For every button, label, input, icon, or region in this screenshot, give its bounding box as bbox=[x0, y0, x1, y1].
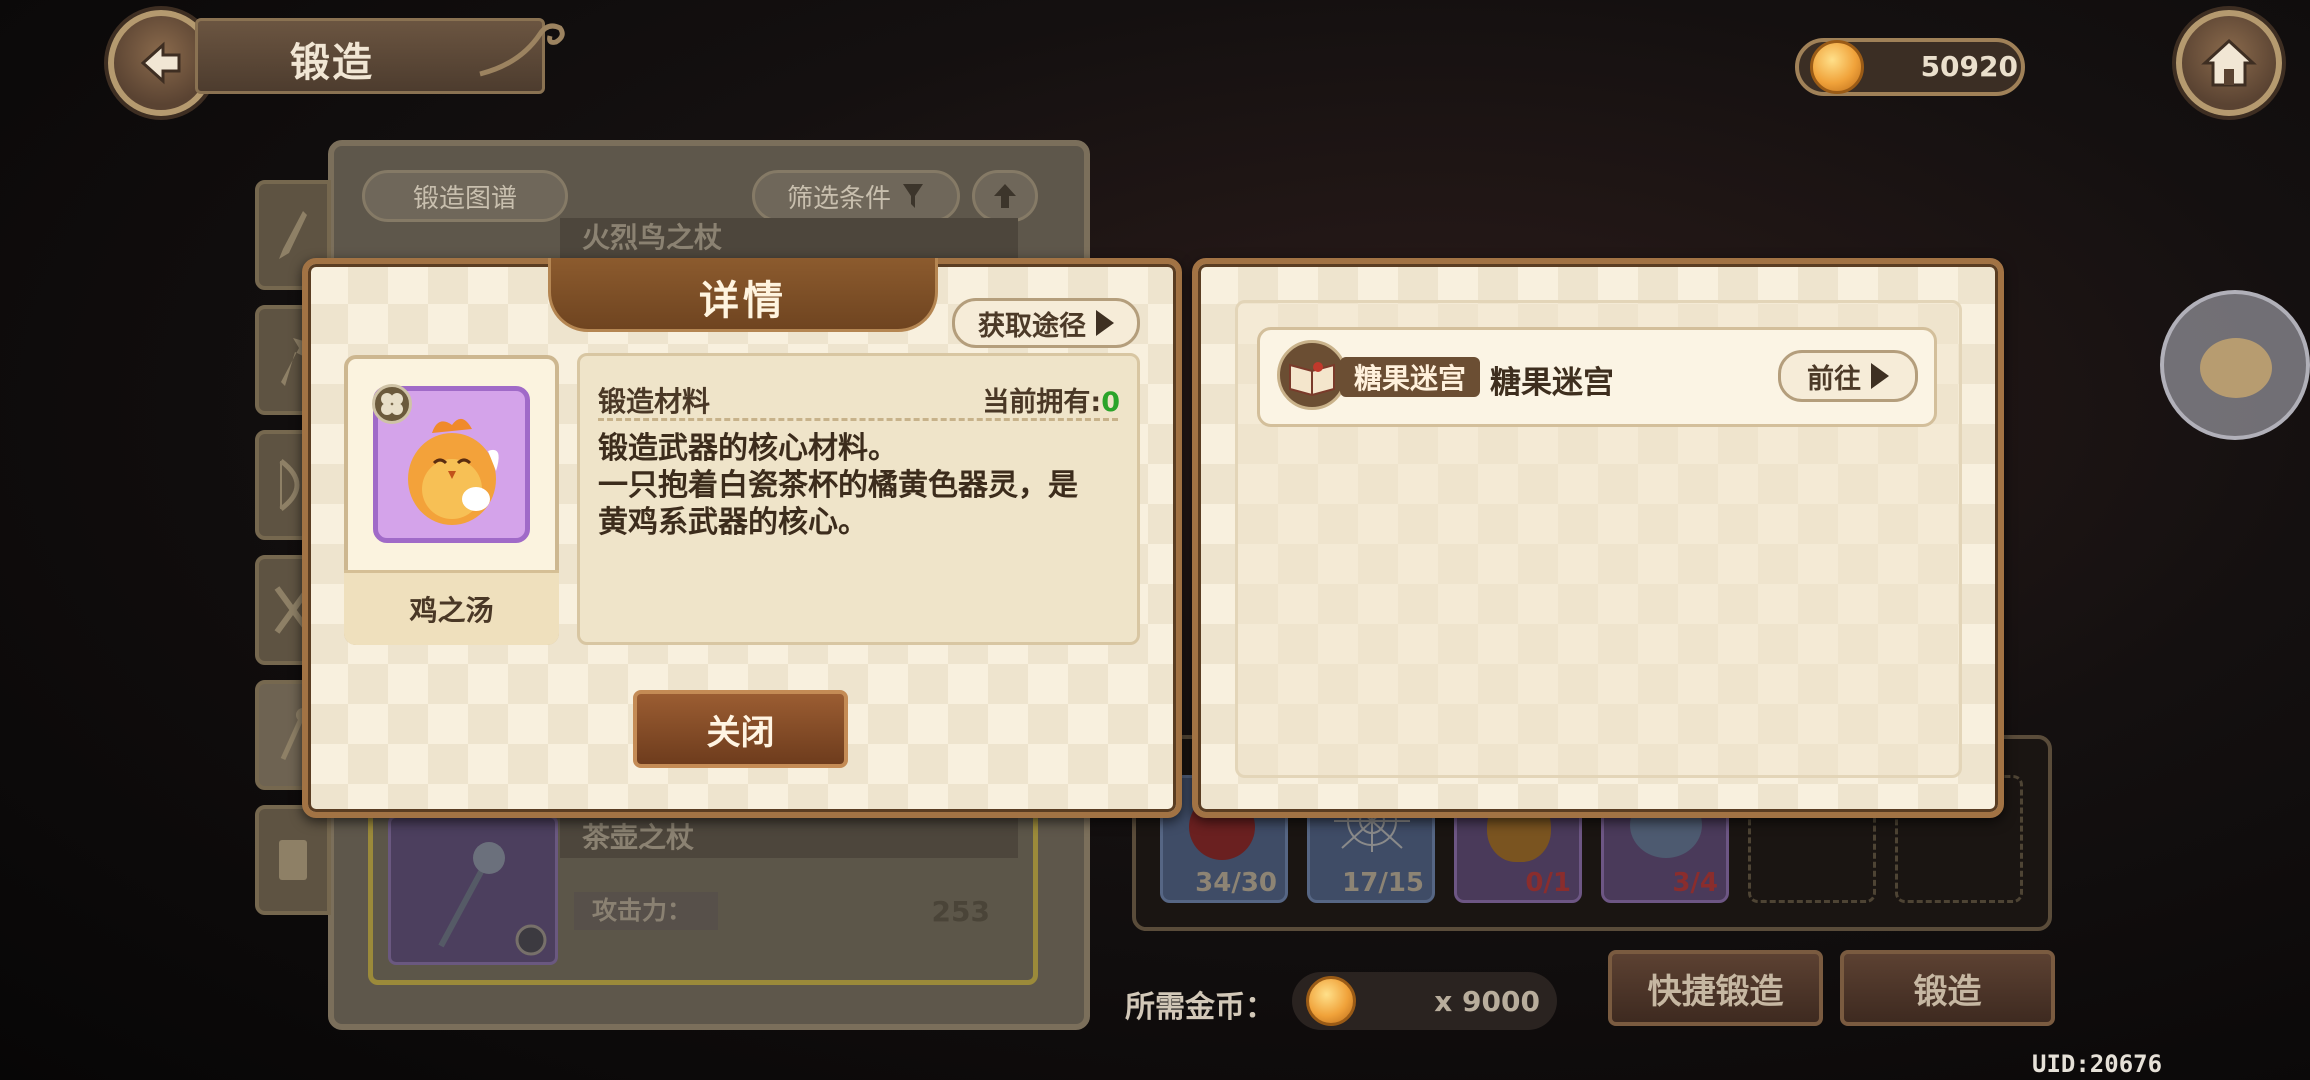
detail-title: 详情 bbox=[699, 278, 787, 324]
material-count: 0/1 bbox=[1525, 868, 1571, 898]
clover-badge-icon bbox=[372, 384, 412, 424]
home-button[interactable] bbox=[2176, 10, 2282, 116]
material-count: 3/4 bbox=[1672, 868, 1718, 898]
obtain-route-label: 获取途径 bbox=[978, 310, 1086, 342]
weapon-name-top: 火烈鸟之杖 bbox=[560, 218, 1018, 258]
info-divider bbox=[598, 418, 1118, 421]
source-badge: 糖果迷宫 bbox=[1340, 357, 1480, 397]
pig-avatar-icon bbox=[2200, 338, 2272, 398]
source-name: 糖果迷宫 bbox=[1490, 365, 1614, 401]
attack-label: 攻击力： bbox=[574, 892, 718, 930]
description-line: 黄鸡系武器的核心。 bbox=[598, 505, 868, 540]
forge-button[interactable]: 锻造 bbox=[1840, 950, 2055, 1026]
description-line: 一只抱着白瓷茶杯的橘黄色器灵，是 bbox=[598, 468, 1078, 503]
open-book-icon bbox=[1289, 362, 1335, 397]
filter-icon bbox=[903, 184, 923, 208]
coin-icon bbox=[1306, 976, 1356, 1026]
close-button[interactable]: 关闭 bbox=[633, 690, 848, 768]
arrow-up-icon bbox=[994, 184, 1016, 208]
book-icon bbox=[279, 840, 307, 880]
chat-float-button[interactable] bbox=[2160, 290, 2310, 440]
filter-button[interactable]: 筛选条件 bbox=[752, 170, 960, 222]
owned-value: 0 bbox=[1101, 387, 1120, 418]
home-icon bbox=[2201, 38, 2257, 87]
play-arrow-icon bbox=[1096, 310, 1114, 336]
page-title: 锻造 bbox=[290, 40, 374, 86]
go-button[interactable]: 前往 bbox=[1778, 350, 1918, 402]
item-description: 锻造武器的核心材料。 一只抱着白瓷茶杯的橘黄色器灵，是 黄鸡系武器的核心。 bbox=[598, 430, 1128, 541]
required-coins-label: 所需金币： bbox=[1125, 990, 1275, 1025]
attack-value: 253 bbox=[931, 895, 990, 928]
filter-label: 筛选条件 bbox=[786, 183, 891, 214]
sword-icon bbox=[279, 211, 307, 259]
source-book-icon bbox=[1277, 340, 1347, 410]
teapot-staff-icon bbox=[438, 842, 547, 956]
play-arrow-icon bbox=[1871, 363, 1889, 389]
uid-label: UID:20676 bbox=[2032, 1050, 2163, 1078]
back-arrow-icon bbox=[140, 41, 181, 85]
clover-icon bbox=[381, 393, 403, 415]
owned-display: 当前拥有:0 bbox=[930, 380, 1120, 419]
tab-book[interactable] bbox=[255, 805, 331, 915]
required-coins-value: x 9000 bbox=[1434, 985, 1540, 1018]
obtain-route-button[interactable]: 获取途径 bbox=[952, 298, 1140, 348]
coin-icon bbox=[1810, 40, 1864, 94]
quick-forge-button[interactable]: 快捷锻造 bbox=[1608, 950, 1823, 1026]
forge-book-button[interactable]: 锻造图谱 bbox=[362, 170, 568, 222]
material-count: 17/15 bbox=[1342, 868, 1424, 898]
sort-button[interactable] bbox=[972, 170, 1038, 222]
coin-amount: 50920 bbox=[1920, 50, 2018, 83]
staff-weapon-image bbox=[388, 815, 558, 965]
go-label: 前往 bbox=[1807, 363, 1861, 395]
owned-label: 当前拥有: bbox=[982, 387, 1102, 418]
weapon-name-bottom: 茶壶之杖 bbox=[560, 818, 1018, 858]
description-line: 锻造武器的核心材料。 bbox=[598, 431, 898, 466]
material-count: 34/30 bbox=[1195, 868, 1277, 898]
section-label: 锻造材料 bbox=[598, 385, 711, 418]
item-name: 鸡之汤 bbox=[344, 570, 559, 645]
title-ornament-icon bbox=[479, 23, 565, 77]
